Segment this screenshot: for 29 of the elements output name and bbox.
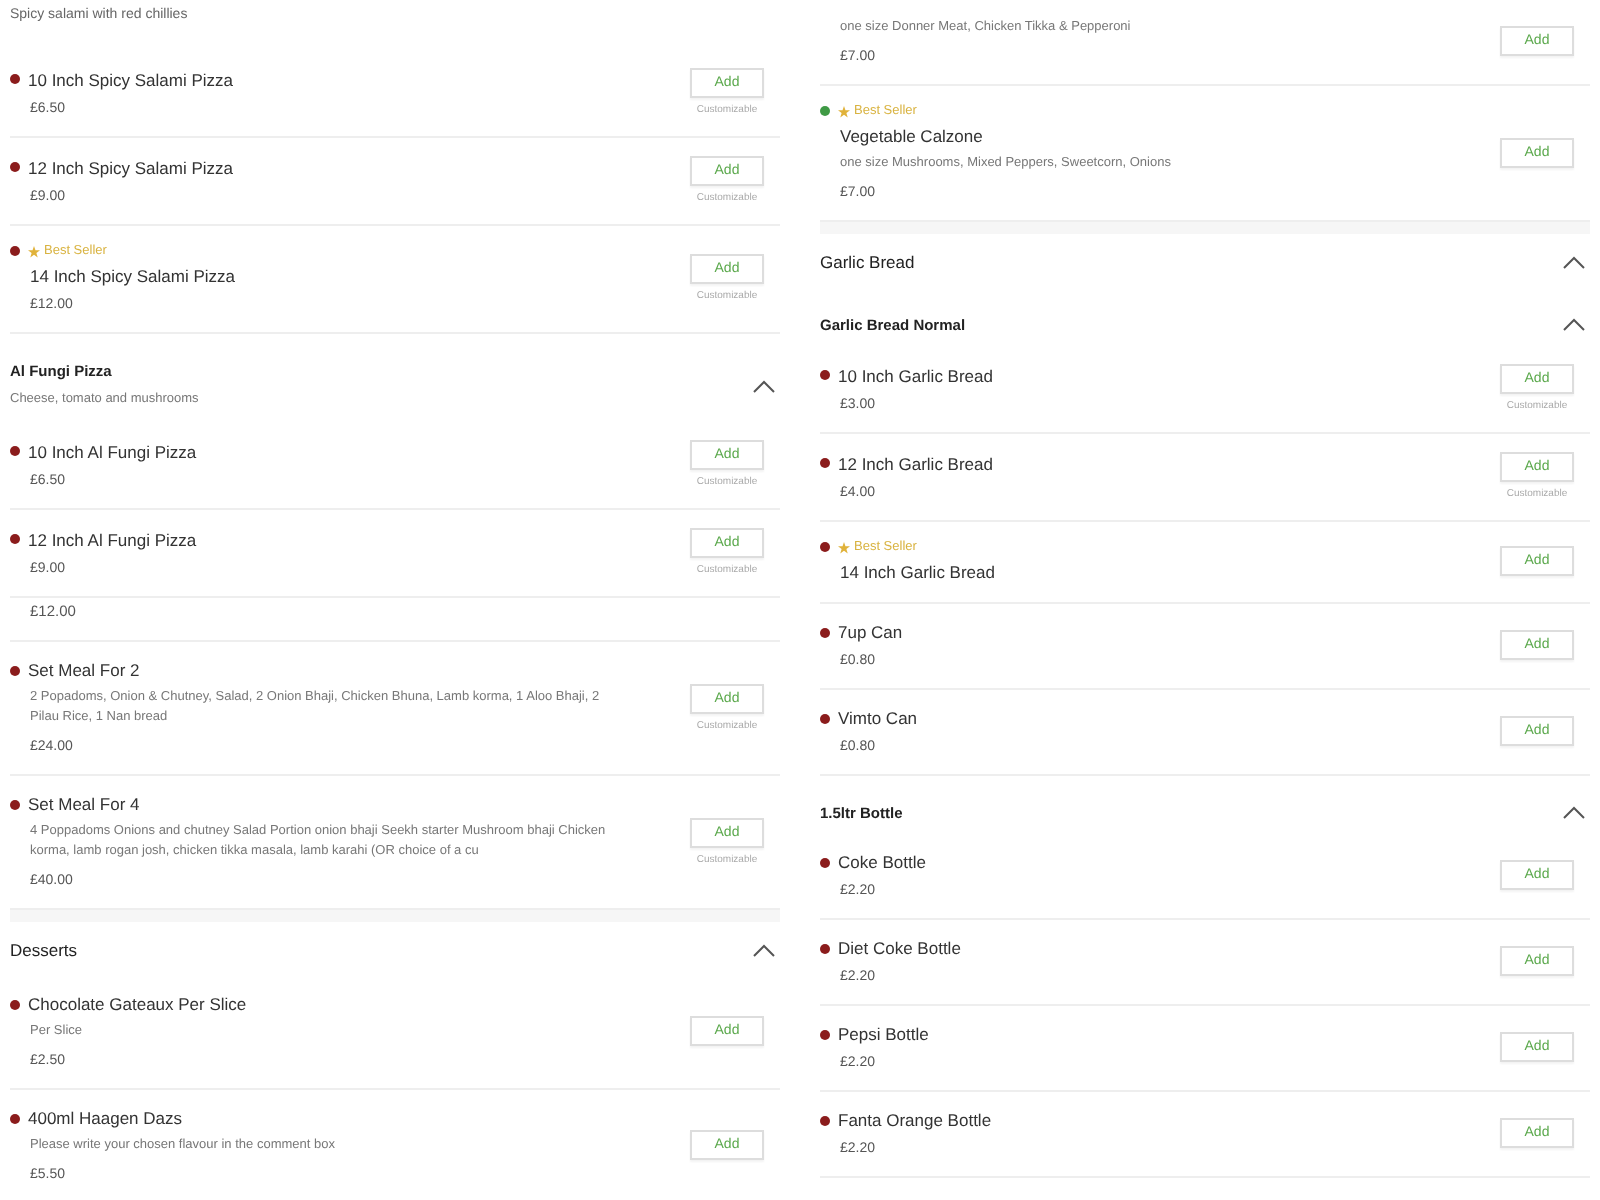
star-icon	[28, 245, 40, 257]
item-name: Coke Bottle	[838, 852, 926, 872]
chevron-up-icon[interactable]	[1562, 318, 1586, 332]
chevron-up-icon[interactable]	[1562, 806, 1586, 820]
category-title: Desserts	[10, 940, 78, 960]
item-name: 12 Inch Al Fungi Pizza	[28, 529, 197, 549]
item-name: Vegetable Calzone	[840, 126, 985, 146]
star-icon	[838, 105, 850, 117]
item-name: Chocolate Gateaux Per Slice	[28, 994, 247, 1014]
item-name: 14 Inch Spicy Salami Pizza	[30, 266, 236, 286]
item-name: Vimto Can	[838, 708, 918, 728]
chevron-up-icon[interactable]	[752, 943, 776, 957]
item-name: 10 Inch Spicy Salami Pizza	[28, 69, 234, 89]
item-name: Set Meal For 4	[28, 794, 140, 814]
item-name: 10 Inch Al Fungi Pizza	[28, 441, 197, 461]
chevron-up-icon[interactable]	[1562, 255, 1586, 269]
item-name: Fanta Orange Bottle	[838, 1110, 992, 1130]
category-title: Garlic Bread	[820, 252, 915, 272]
item-name: Set Meal For 2	[28, 660, 140, 680]
item-name: 400ml Haagen Dazs	[28, 1108, 183, 1128]
item-name: 12 Inch Garlic Bread	[838, 453, 993, 473]
item-name: Pepsi Bottle	[838, 1024, 929, 1044]
chevron-up-icon[interactable]	[752, 379, 776, 393]
star-icon	[838, 541, 850, 553]
item-name: 10 Inch Garlic Bread	[838, 365, 993, 385]
item-name: 7up Can	[838, 622, 903, 642]
item-name: Diet Coke Bottle	[838, 938, 961, 958]
item-name: 12 Inch Spicy Salami Pizza	[28, 157, 234, 177]
item-name: 14 Inch Garlic Bread	[840, 562, 995, 582]
